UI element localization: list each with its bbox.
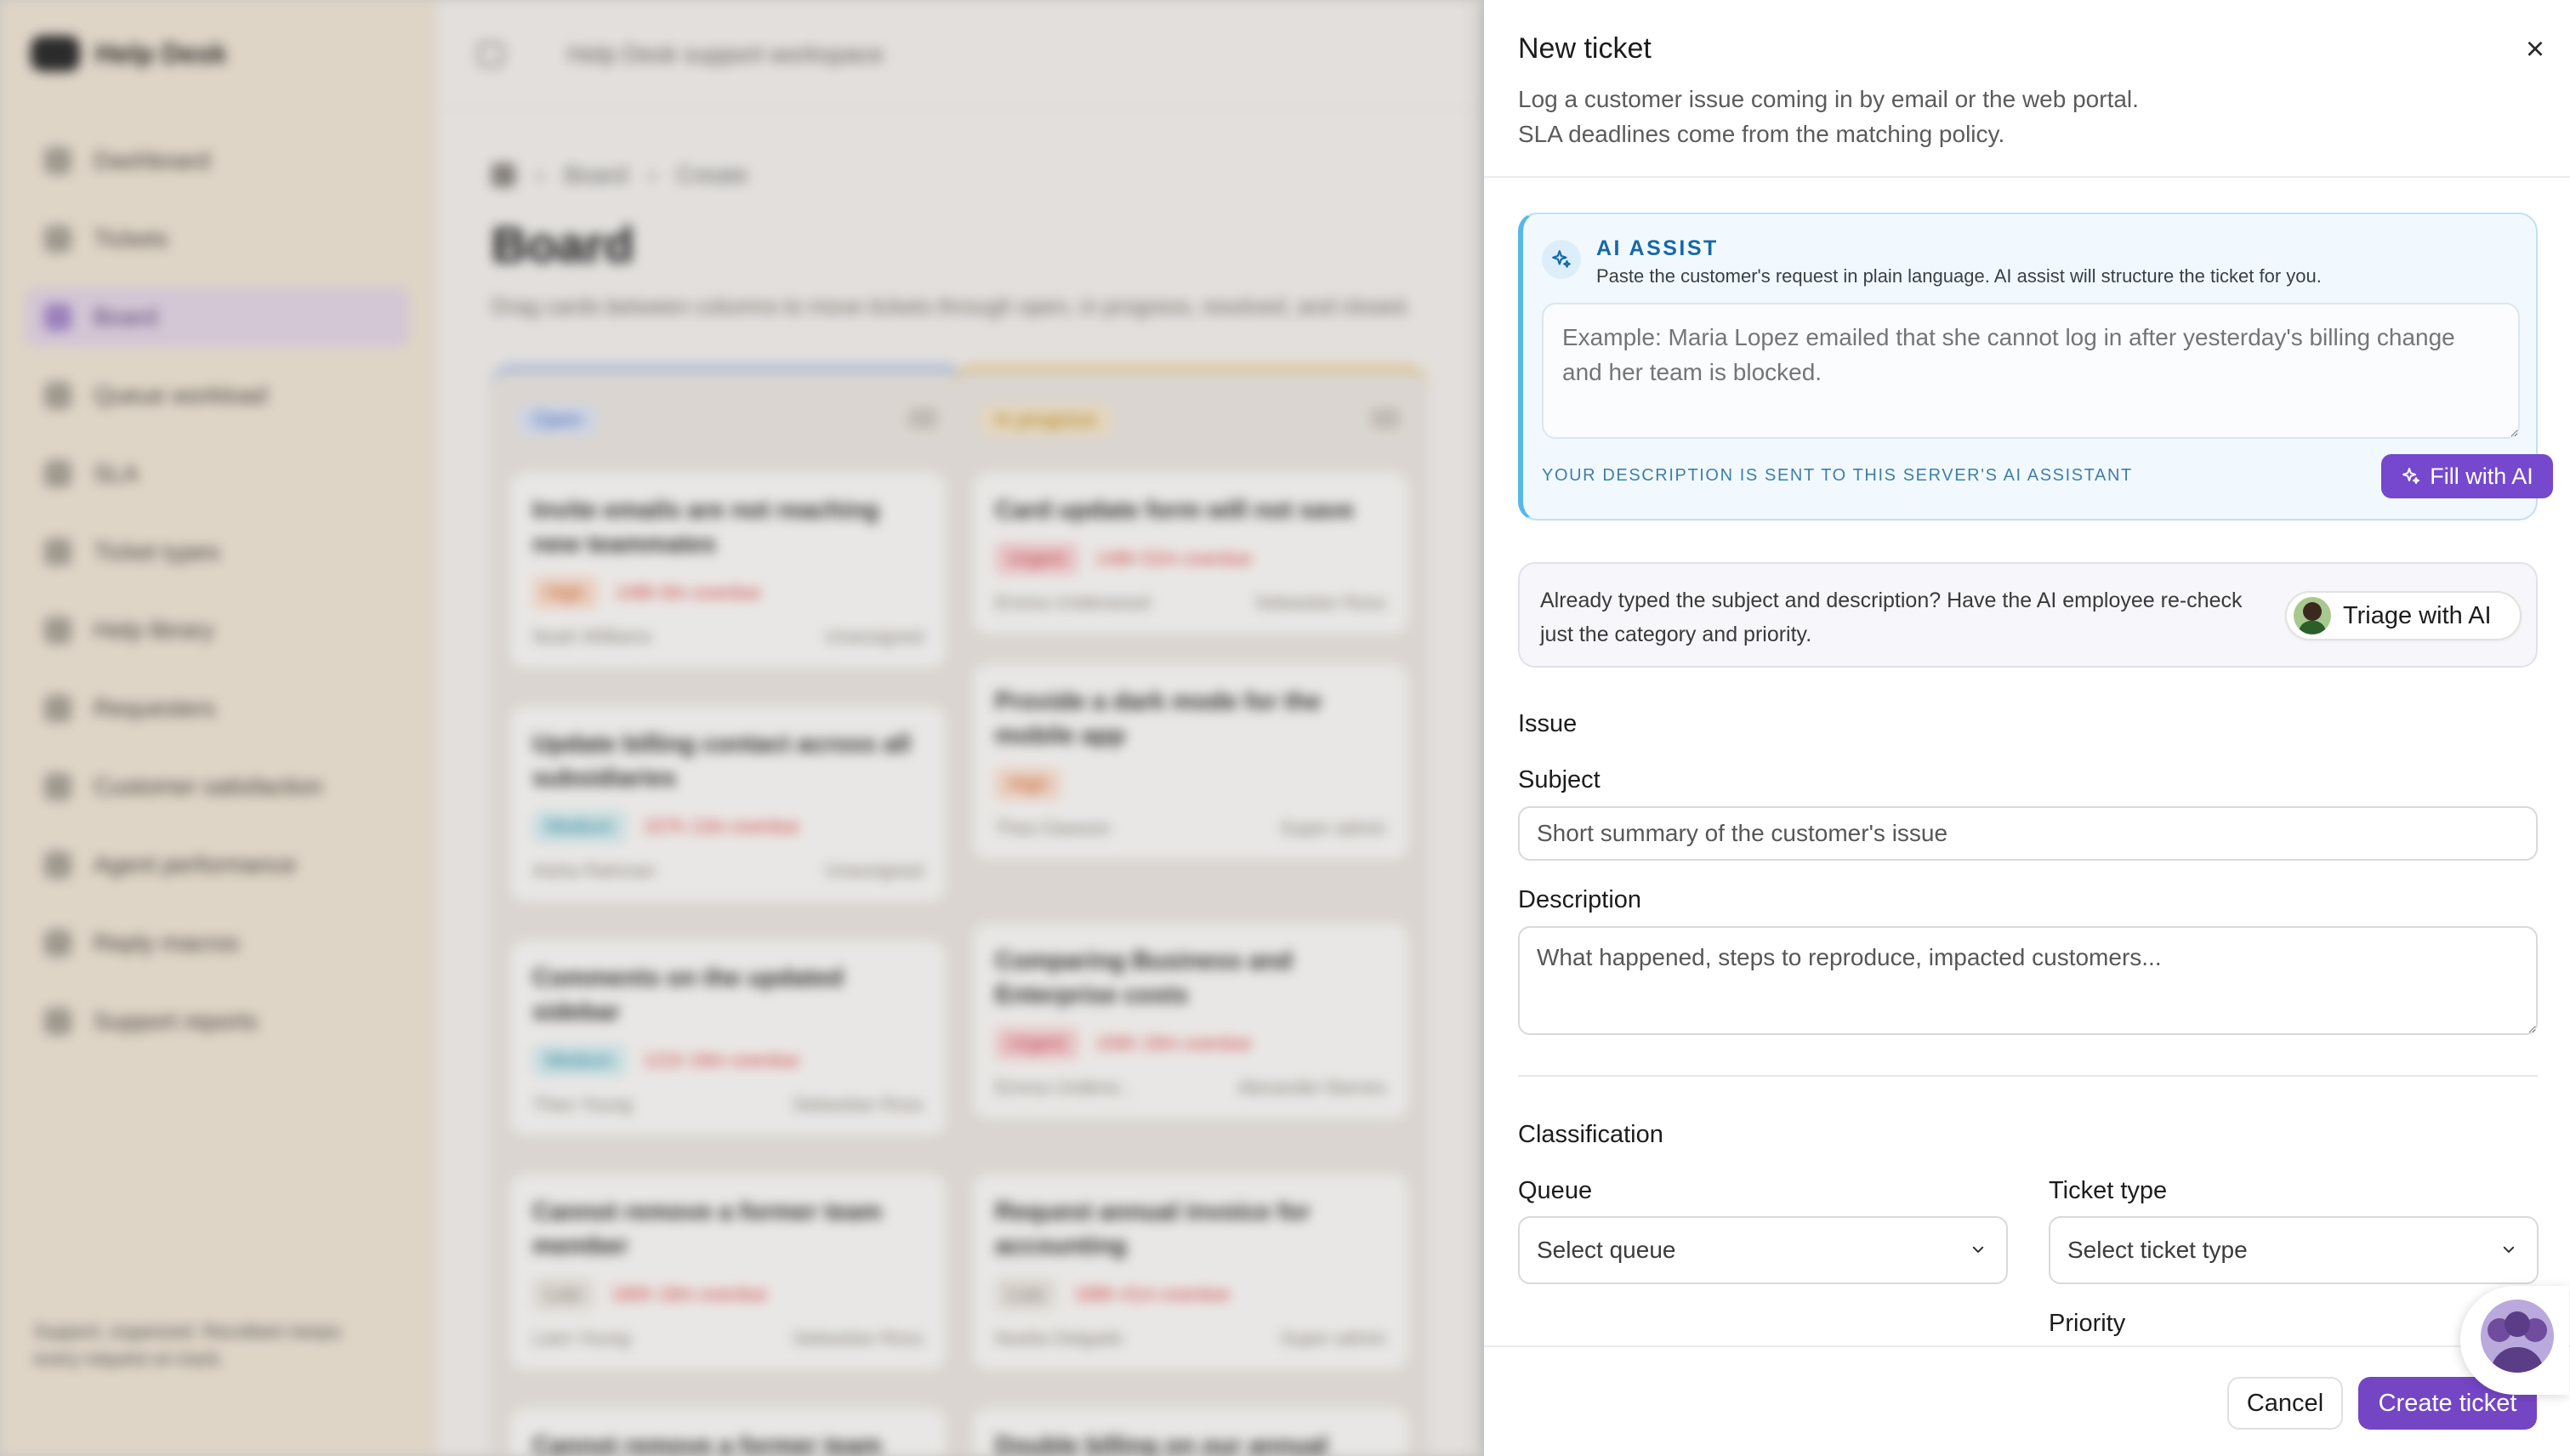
ticket-type-label: Ticket type	[2049, 1177, 2168, 1204]
chevron-down-icon	[2503, 1246, 2515, 1253]
queue-label: Queue	[1518, 1177, 1593, 1204]
sparkles-icon	[2402, 468, 2420, 484]
modal-scrim[interactable]	[0, 0, 1484, 1456]
issue-section-title: Issue	[1518, 710, 1578, 737]
ai-assistant-launcher[interactable]	[2460, 1286, 2569, 1395]
new-ticket-drawer: New ticket Log a customer issue coming i…	[1484, 0, 2570, 1456]
ai-assist-panel: AI ASSIST Paste the customer's request i…	[1518, 213, 2553, 520]
section-divider	[1518, 1075, 2538, 1077]
ai-assist-label: AI ASSIST	[1596, 236, 1719, 260]
header-divider	[1484, 176, 2570, 178]
drawer-subtitle: Log a customer issue coming in by email …	[1518, 86, 2139, 147]
close-icon[interactable]: ×	[2511, 26, 2559, 73]
triage-with-ai-button[interactable]: Triage with AI	[2285, 591, 2522, 640]
ticket-type-select-value: Select ticket type	[2067, 1237, 2248, 1263]
subject-label: Subject	[1518, 766, 1601, 793]
ai-request-textarea[interactable]	[1542, 303, 2520, 439]
classification-section-title: Classification	[1518, 1121, 1663, 1148]
description-textarea[interactable]	[1518, 926, 2538, 1035]
subject-input[interactable]	[1518, 806, 2538, 861]
fill-with-ai-label: Fill with AI	[2430, 463, 2533, 489]
queue-select-value: Select queue	[1537, 1237, 1676, 1263]
ai-assist-hint: Paste the customer's request in plain la…	[1596, 265, 2322, 287]
priority-label: Priority	[2049, 1310, 2126, 1337]
description-label: Description	[1518, 886, 1642, 913]
fill-with-ai-button[interactable]: Fill with AI	[2381, 454, 2553, 498]
ai-privacy-note: YOUR DESCRIPTION IS SENT TO THIS SERVER'…	[1542, 466, 2133, 485]
team-avatar-icon	[2481, 1300, 2554, 1373]
triage-with-ai-label: Triage with AI	[2343, 601, 2492, 629]
cancel-button[interactable]: Cancel	[2227, 1377, 2343, 1430]
chevron-down-icon	[1972, 1246, 1984, 1253]
drawer-title: New ticket	[1518, 32, 1652, 65]
triage-panel: Already typed the subject and descriptio…	[1518, 562, 2538, 668]
ticket-type-select[interactable]: Select ticket type	[2049, 1216, 2539, 1284]
ai-employee-avatar	[2294, 597, 2331, 634]
queue-select[interactable]: Select queue	[1518, 1216, 2008, 1284]
triage-text: Already typed the subject and descriptio…	[1540, 589, 2243, 646]
sparkles-icon	[1542, 240, 1581, 279]
